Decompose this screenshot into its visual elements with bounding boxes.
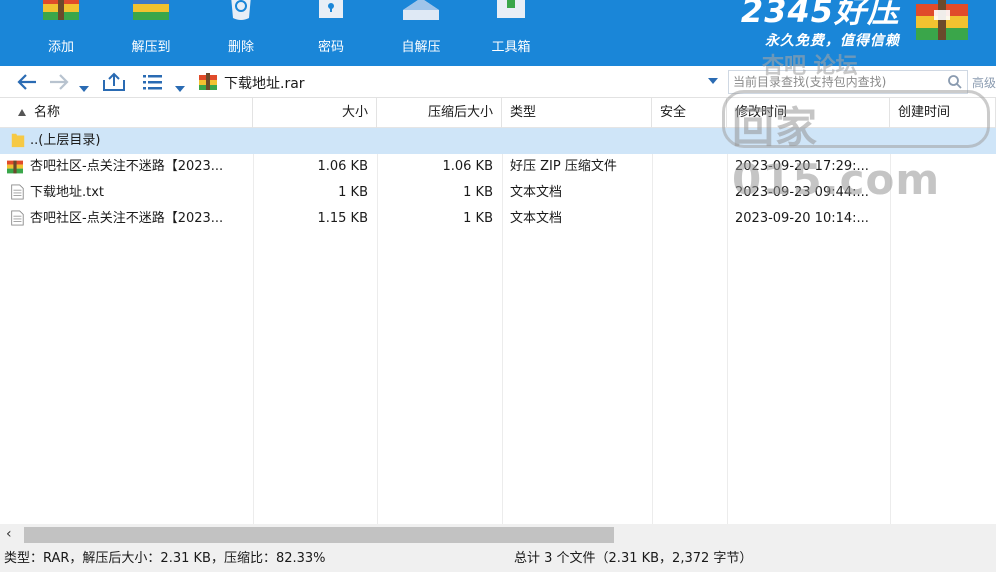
column-header-security[interactable]: 安全 [652,98,727,128]
horizontal-scrollbar[interactable]: ‹ [0,524,996,546]
column-header-packed-size[interactable]: 压缩后大小 [377,98,502,128]
advanced-search-link[interactable]: 高级 [972,74,996,91]
list-item[interactable]: 下载地址.txt 1 KB 1 KB 文本文档 2023-09-23 09:44… [0,180,996,206]
search-field[interactable] [728,70,968,94]
column-header-size[interactable]: 大小 [253,98,377,128]
file-modified: 2023-09-23 09:44:... [735,185,869,200]
path-text: 下载地址.rar [224,76,305,92]
toolbox-button[interactable]: 工具箱 [474,0,548,66]
file-size: 1.06 KB [317,159,368,174]
password-icon [319,0,343,18]
add-archive-icon [43,0,79,20]
list-item-parent-directory[interactable]: ..(上层目录) [0,128,996,154]
folder-up-icon [11,133,25,148]
address-bar: 下载地址.rar 高级 [0,66,996,98]
list-item[interactable]: 杏吧社区-点关注不迷路【2023... 1.15 KB 1 KB 文本文档 20… [0,206,996,232]
haozip-logo-icon [916,0,968,40]
extract-to-label: 解压到 [131,40,171,55]
file-name: 杏吧社区-点关注不迷路【2023... [30,211,224,226]
text-file-icon [11,210,24,226]
password-button[interactable]: 密码 [294,0,368,66]
view-dropdown-icon[interactable] [174,79,186,99]
status-bar: 类型：RAR，解压后大小：2.31 KB，压缩比：82.33% 总计 3 个文件… [0,546,996,572]
file-total: 总计 3 个文件（2.31 KB，2,372 字节） [514,551,753,566]
brand-slogan: 永久免费，值得信赖 [765,33,900,49]
brand: 2345好压 永久免费，值得信赖 [741,0,900,50]
file-size: 1 KB [338,185,368,200]
file-packed-size: 1 KB [463,185,493,200]
up-folder-icon[interactable] [102,72,126,92]
sort-ascending-icon [18,109,26,116]
file-name: 下载地址.txt [30,185,105,200]
column-header-modified[interactable]: 修改时间 [727,98,890,128]
add-label: 添加 [47,40,74,55]
extract-to-icon [133,0,169,20]
forward-arrow-icon[interactable] [48,72,70,92]
file-name: 杏吧社区-点关注不迷路【2023... [30,159,224,174]
view-list-icon[interactable] [142,72,164,92]
path-field[interactable]: 下载地址.rar [196,71,722,93]
delete-label: 删除 [227,40,254,55]
toolbox-icon [497,0,525,18]
column-header: 名称 大小 压缩后大小 类型 安全 修改时间 创建时间 [0,98,996,128]
back-arrow-icon[interactable] [16,72,38,92]
password-label: 密码 [317,40,344,55]
column-header-created[interactable]: 创建时间 [890,98,996,128]
file-size: 1.15 KB [317,211,368,226]
rar-archive-icon [199,73,217,90]
file-type: 好压 ZIP 压缩文件 [510,159,617,174]
search-icon[interactable] [947,74,963,90]
toolbox-label: 工具箱 [491,40,531,55]
archive-info: 类型：RAR，解压后大小：2.31 KB，压缩比：82.33% [4,551,326,566]
column-header-name[interactable]: 名称 [0,98,253,128]
toolbar: 添加 解压到 删除 密码 自解压 工具箱 2345好压 永久免费，值得信赖 [0,0,996,66]
self-extract-icon [403,0,439,20]
path-dropdown-icon[interactable] [708,78,718,84]
file-type: 文本文档 [510,211,563,226]
file-list: ..(上层目录) 杏吧社区-点关注不迷路【2023... 1.06 KB 1.0… [0,128,996,524]
column-header-type[interactable]: 类型 [502,98,652,128]
history-dropdown-icon[interactable] [78,79,90,99]
text-file-icon [11,184,24,200]
self-extract-label: 自解压 [401,40,441,55]
self-extract-button[interactable]: 自解压 [384,0,458,66]
scroll-left-icon[interactable]: ‹ [6,526,12,542]
file-packed-size: 1 KB [463,211,493,226]
list-item[interactable]: 杏吧社区-点关注不迷路【2023... 1.06 KB 1.06 KB 好压 Z… [0,154,996,180]
brand-title: 2345好压 [740,0,900,30]
file-type: 文本文档 [510,185,563,200]
scrollbar-thumb[interactable] [24,527,614,543]
file-packed-size: 1.06 KB [442,159,493,174]
zip-archive-icon [7,160,23,174]
delete-icon [231,0,251,20]
file-modified: 2023-09-20 10:14:... [735,211,869,226]
search-input[interactable] [729,71,939,93]
delete-button[interactable]: 删除 [204,0,278,66]
file-modified: 2023-09-20 17:29:... [735,159,869,174]
extract-to-button[interactable]: 解压到 [114,0,188,66]
add-button[interactable]: 添加 [24,0,98,66]
file-name: ..(上层目录) [30,133,101,148]
